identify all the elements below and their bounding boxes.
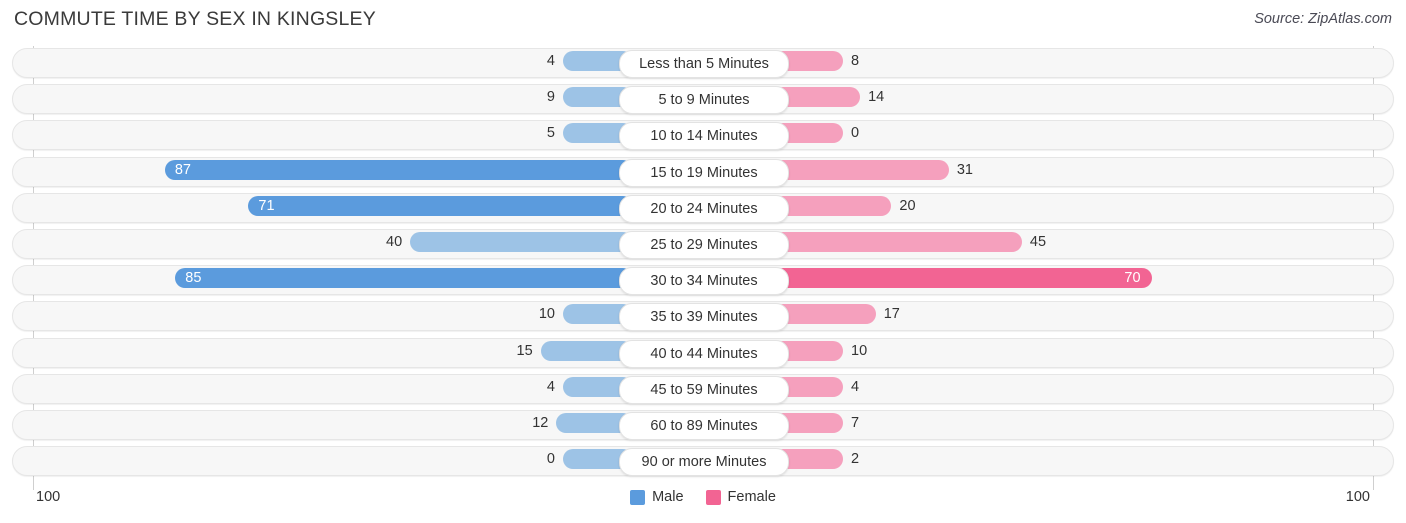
bar-value-female: 0 xyxy=(851,125,860,142)
bar-female xyxy=(773,268,1153,289)
legend-item-male[interactable]: Male xyxy=(630,489,684,505)
category-label: 5 to 9 Minutes xyxy=(619,86,789,115)
bar-value-male: 12 xyxy=(532,415,549,431)
bar-value-male: 40 xyxy=(386,234,403,250)
bar-value-female: 20 xyxy=(899,197,916,214)
chart-plot-area: 4 8 Less than 5 Minutes 9 14 5 to 9 Minutes 5 0… xyxy=(0,46,1406,490)
category-label: 60 to 89 Minutes xyxy=(619,412,789,440)
legend-swatch-icon xyxy=(705,489,721,505)
bar-value-male: 4 xyxy=(546,53,555,69)
legend-swatch-icon xyxy=(630,489,646,505)
bar-value-male: 4 xyxy=(546,378,555,395)
category-label: 90 or more Minutes xyxy=(619,448,789,477)
bar-value-male: 10 xyxy=(538,306,555,323)
bar-value-male: 9 xyxy=(546,89,555,106)
category-label: 15 to 19 Minutes xyxy=(619,158,789,187)
bar-value-male: 5 xyxy=(546,125,555,142)
bar-value-female: 7 xyxy=(851,415,860,431)
category-label: 35 to 39 Minutes xyxy=(619,303,789,332)
bar-value-male: 85 xyxy=(185,270,202,287)
bar-value-female: 17 xyxy=(883,306,900,323)
category-label: 40 to 44 Minutes xyxy=(619,339,789,368)
source-attribution: Source: ZipAtlas.com xyxy=(1254,11,1392,27)
bar-male xyxy=(248,195,633,216)
category-label: Less than 5 Minutes xyxy=(619,50,789,78)
chart-legend: Male Female xyxy=(0,489,1406,505)
bar-female xyxy=(773,195,892,216)
bar-value-female: 2 xyxy=(851,451,860,468)
bar-value-female: 45 xyxy=(1029,234,1047,250)
bar-value-male: 71 xyxy=(258,197,275,214)
bar-value-female: 8 xyxy=(851,53,860,69)
category-label: 10 to 14 Minutes xyxy=(619,122,789,151)
legend-label: Female xyxy=(727,489,776,505)
category-label: 25 to 29 Minutes xyxy=(619,231,789,259)
bar-value-female: 70 xyxy=(1124,270,1141,287)
bar-value-male: 87 xyxy=(174,161,191,178)
legend-item-female[interactable]: Female xyxy=(705,489,776,505)
bar-value-female: 10 xyxy=(851,342,868,359)
bar-male xyxy=(410,232,633,252)
bar-value-female: 31 xyxy=(956,161,973,178)
bar-male xyxy=(164,159,633,180)
bar-value-female: 14 xyxy=(868,89,885,106)
category-label: 30 to 34 Minutes xyxy=(619,267,789,296)
legend-label: Male xyxy=(652,489,684,505)
bar-female xyxy=(773,159,949,180)
bar-value-male: 15 xyxy=(516,342,533,359)
category-label: 45 to 59 Minutes xyxy=(619,375,789,404)
category-label: 20 to 24 Minutes xyxy=(619,194,789,223)
chart-header: COMMUTE TIME BY SEX IN KINGSLEY Source: … xyxy=(0,0,1406,40)
bar-value-female: 4 xyxy=(851,378,860,395)
page-title: COMMUTE TIME BY SEX IN KINGSLEY xyxy=(14,8,376,30)
bar-value-male: 0 xyxy=(546,451,555,468)
bar-male xyxy=(175,268,633,289)
chart-footer: 100 100 Male Female xyxy=(0,486,1406,523)
bar-female xyxy=(773,232,1022,252)
